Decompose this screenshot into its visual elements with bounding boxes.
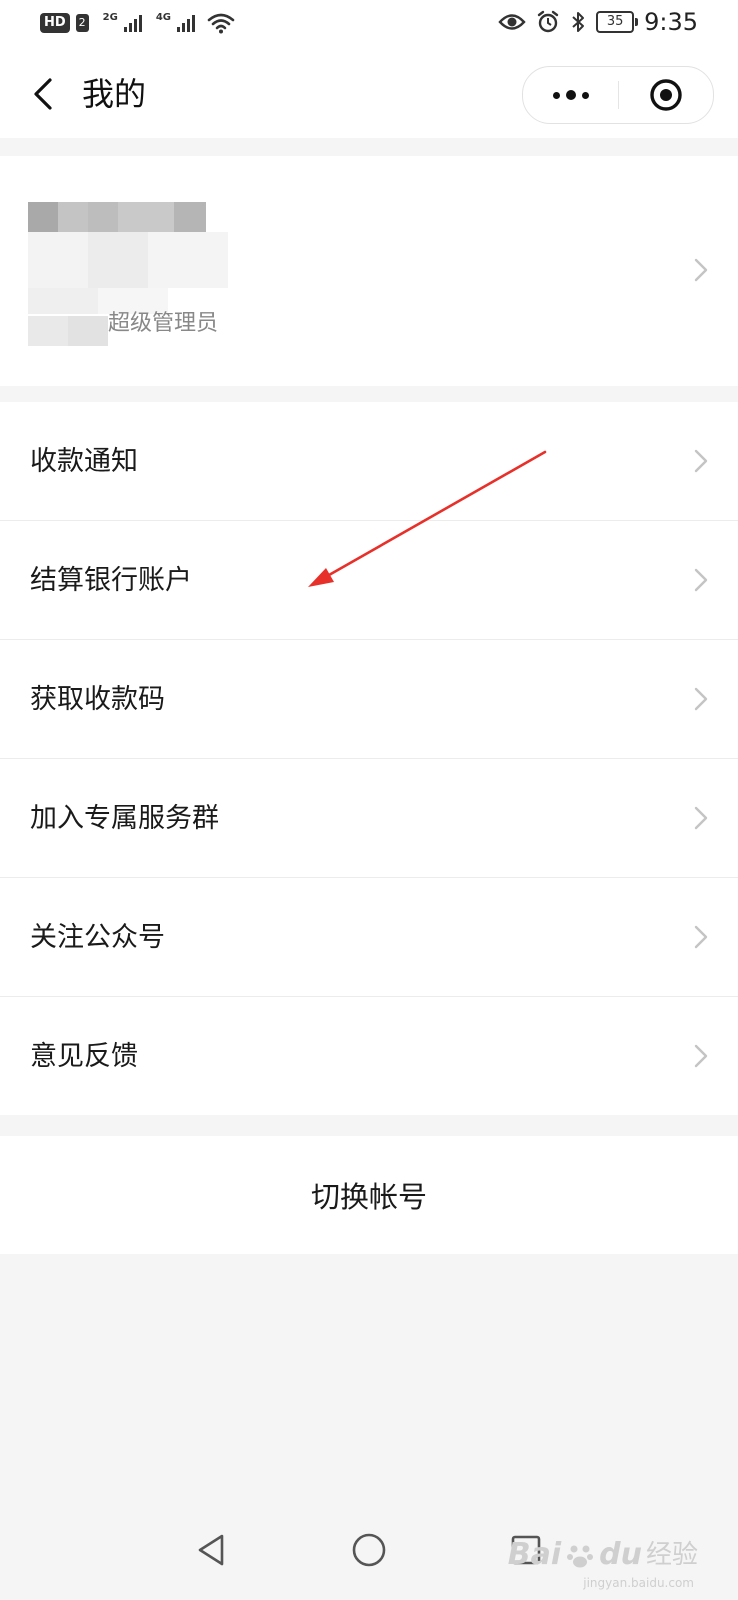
blurred-role-prefix bbox=[28, 316, 108, 346]
wifi-icon bbox=[207, 13, 235, 34]
menu-item-payment-notification[interactable]: 收款通知 bbox=[0, 402, 738, 521]
status-time: 9:35 bbox=[644, 8, 698, 36]
blurred-account-detail bbox=[28, 232, 228, 288]
signal-icon bbox=[177, 14, 196, 32]
watermark-url: jingyan.baidu.com bbox=[583, 1576, 694, 1590]
back-button[interactable] bbox=[24, 74, 64, 114]
watermark-brand-suffix: du bbox=[599, 1537, 642, 1572]
nav-bar: 我的 bbox=[0, 52, 738, 138]
menu-list: 收款通知 结算银行账户 获取收款码 加入专属服务群 关注公众号 意见反馈 bbox=[0, 402, 738, 1115]
sim-badge: 2 bbox=[75, 14, 89, 32]
switch-account-label: 切换帐号 bbox=[310, 1180, 427, 1214]
nav-back-triangle-icon[interactable] bbox=[192, 1530, 232, 1570]
profile-card[interactable]: 超级管理员 bbox=[0, 156, 738, 386]
close-mini-program-button[interactable] bbox=[619, 67, 713, 123]
network-type-2: 4G bbox=[155, 11, 172, 23]
watermark-text: 经验 bbox=[645, 1540, 698, 1570]
eye-icon bbox=[498, 14, 526, 30]
blurred-account-name bbox=[28, 202, 206, 232]
nav-home-circle-icon[interactable] bbox=[349, 1530, 389, 1570]
menu-item-label: 加入专属服务群 bbox=[30, 803, 219, 834]
status-left: HD 2 2G 4G bbox=[40, 12, 235, 34]
target-circle-icon bbox=[650, 79, 682, 111]
switch-account-button[interactable]: 切换帐号 bbox=[0, 1136, 738, 1254]
menu-item-label: 意见反馈 bbox=[30, 1041, 138, 1072]
more-dots-icon bbox=[581, 91, 589, 99]
chevron-right-icon bbox=[694, 925, 708, 949]
paw-icon bbox=[567, 1545, 594, 1568]
network-type-1: 2G bbox=[102, 11, 118, 23]
chevron-right-icon bbox=[694, 258, 708, 282]
profile-role: 超级管理员 bbox=[108, 311, 219, 336]
watermark-brand: Bai bbox=[507, 1537, 562, 1572]
more-dots-icon bbox=[565, 90, 576, 100]
battery-icon: 35 bbox=[596, 11, 639, 33]
page-title: 我的 bbox=[82, 75, 147, 113]
mini-program-capsule bbox=[522, 66, 714, 124]
hd-badge: HD bbox=[40, 13, 70, 33]
menu-item-feedback[interactable]: 意见反馈 bbox=[0, 997, 738, 1115]
menu-item-settlement-bank-account[interactable]: 结算银行账户 bbox=[0, 521, 738, 640]
chevron-right-icon bbox=[694, 687, 708, 711]
chevron-right-icon bbox=[694, 806, 708, 830]
alarm-icon bbox=[537, 10, 559, 33]
baidu-jingyan-watermark: Bai du 经验 bbox=[508, 1538, 698, 1572]
status-right: 35 9:35 bbox=[498, 8, 698, 36]
more-button[interactable] bbox=[523, 67, 618, 123]
chevron-left-icon bbox=[34, 78, 52, 110]
status-bar: HD 2 2G 4G 35 9:35 bbox=[0, 0, 738, 52]
menu-item-label: 关注公众号 bbox=[30, 922, 165, 953]
menu-item-label: 获取收款码 bbox=[30, 684, 165, 715]
menu-item-get-payment-code[interactable]: 获取收款码 bbox=[0, 640, 738, 759]
chevron-right-icon bbox=[694, 1044, 708, 1068]
more-dots-icon bbox=[552, 91, 560, 99]
chevron-right-icon bbox=[694, 449, 708, 473]
signal-icon bbox=[123, 14, 142, 32]
chevron-right-icon bbox=[694, 568, 708, 592]
menu-item-label: 结算银行账户 bbox=[30, 565, 192, 596]
menu-item-follow-official-account[interactable]: 关注公众号 bbox=[0, 878, 738, 997]
menu-item-join-service-group[interactable]: 加入专属服务群 bbox=[0, 759, 738, 878]
bluetooth-icon bbox=[572, 12, 585, 32]
menu-item-label: 收款通知 bbox=[30, 446, 138, 477]
